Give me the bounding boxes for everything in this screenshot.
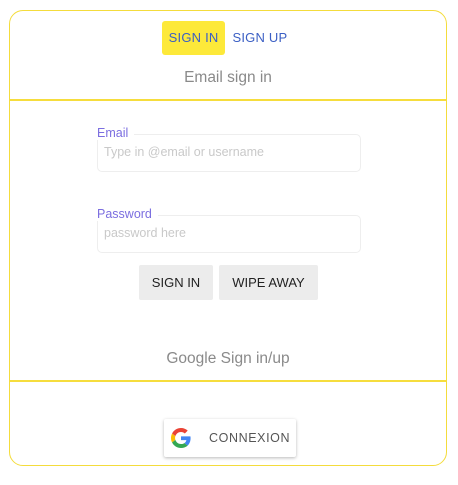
auth-card: SIGN IN SIGN UP Email sign in Email Pass…: [9, 10, 447, 466]
password-label: Password: [97, 207, 158, 221]
email-section-title: Email sign in: [184, 69, 272, 86]
google-button-label: CONNEXION: [209, 431, 291, 445]
google-section-title: Google Sign in/up: [166, 350, 290, 367]
email-input[interactable]: [104, 145, 354, 159]
email-field[interactable]: [97, 134, 361, 172]
google-icon: [171, 428, 191, 448]
email-label: Email: [97, 126, 135, 140]
auth-tabs: SIGN IN SIGN UP: [10, 21, 446, 55]
google-connexion-button[interactable]: CONNEXION: [164, 419, 296, 457]
sign-in-button[interactable]: SIGN IN: [139, 265, 213, 300]
password-input[interactable]: [104, 226, 354, 240]
wipe-away-button[interactable]: WIPE AWAY: [219, 265, 318, 300]
tab-sign-up[interactable]: SIGN UP: [225, 21, 294, 55]
google-section-divider: [10, 380, 446, 382]
email-section-divider: [10, 99, 446, 101]
tab-sign-in[interactable]: SIGN IN: [161, 21, 226, 55]
